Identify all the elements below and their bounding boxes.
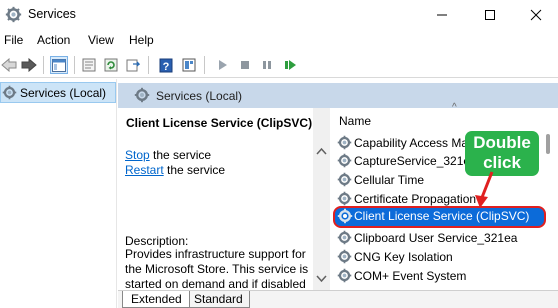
restart-action: Restart the service: [125, 163, 225, 177]
pause-service-icon: [263, 61, 271, 69]
start-service-button[interactable]: [213, 56, 231, 74]
main-header: Services (Local): [118, 83, 558, 108]
help-button[interactable]: ?: [157, 56, 175, 74]
minimize-icon: [437, 14, 447, 16]
services-gear-icon: [2, 85, 17, 100]
properties-button[interactable]: [80, 56, 98, 74]
service-gear-icon: [337, 249, 352, 264]
stop-action-suffix: the service: [149, 148, 212, 162]
console-tree: Services (Local): [0, 79, 117, 308]
service-name: Capability Access Ma: [354, 136, 469, 150]
view-tabs: Extended Standard: [118, 290, 558, 308]
callout-arrow: [475, 171, 494, 208]
service-name: Certificate Propagation: [354, 192, 477, 206]
column-header-label: Name: [339, 114, 372, 128]
mmc-snapin-button[interactable]: [180, 56, 198, 74]
start-service-icon: [219, 60, 227, 70]
stop-service-icon: [241, 61, 249, 69]
service-title: Client License Service (ClipSVC): [126, 116, 313, 130]
list-item[interactable]: COM+ Event System: [330, 266, 544, 285]
service-name: Client License Service (ClipSVC): [354, 209, 530, 223]
export-list-icon: [126, 59, 140, 72]
description-scrollbar[interactable]: [313, 108, 330, 290]
callout-line-1: Double: [473, 133, 531, 152]
list-item-selected[interactable]: Client License Service (ClipSVC): [333, 206, 546, 228]
restart-service-button[interactable]: [281, 56, 299, 74]
service-gear-icon: [337, 208, 353, 224]
service-gear-icon: [337, 230, 352, 245]
tab-standard[interactable]: Standard: [188, 291, 250, 308]
description-label: Description:: [125, 234, 189, 248]
service-gear-icon: [337, 153, 352, 168]
close-button[interactable]: [514, 0, 558, 30]
maximize-button[interactable]: [468, 0, 512, 30]
export-list-button[interactable]: [124, 56, 142, 74]
stop-service-link[interactable]: Stop: [125, 148, 150, 162]
refresh-button[interactable]: [102, 56, 120, 74]
service-gear-icon: [337, 135, 352, 150]
service-name: CNG Key Isolation: [354, 250, 453, 264]
forward-arrow-icon: [21, 58, 37, 72]
menu-file[interactable]: File: [4, 33, 23, 47]
column-header-name[interactable]: ^ Name: [330, 102, 558, 130]
description-panel: Client License Service (ClipSVC) Stop th…: [118, 108, 330, 290]
tree-item-services-local[interactable]: Services (Local): [0, 82, 116, 103]
scroll-up-icon[interactable]: [316, 146, 327, 157]
svg-text:?: ?: [163, 61, 170, 73]
sort-chevron-icon: ^: [452, 102, 457, 113]
service-name: Clipboard User Service_321ea: [354, 231, 518, 245]
scroll-down-icon[interactable]: [316, 273, 327, 284]
back-arrow-icon: [1, 58, 17, 72]
refresh-icon: [104, 58, 118, 72]
help-icon: ?: [159, 58, 173, 73]
service-name: Cellular Time: [354, 173, 425, 187]
tree-item-label: Services (Local): [20, 86, 107, 100]
show-hide-tree-button[interactable]: [50, 56, 68, 74]
scrollbar-thumb[interactable]: [546, 134, 550, 154]
restart-service-icon: [285, 60, 296, 70]
menu-bar: File Action View Help: [0, 31, 558, 51]
pause-service-button[interactable]: [258, 56, 276, 74]
tab-extended[interactable]: Extended: [122, 291, 190, 308]
menu-action[interactable]: Action: [37, 33, 70, 47]
toolbar: ?: [0, 52, 558, 78]
show-hide-console-tree-icon: [52, 58, 66, 72]
main-header-label: Services (Local): [156, 89, 243, 103]
service-gear-icon: [337, 268, 352, 283]
minimize-button[interactable]: [420, 0, 464, 30]
window-title: Services: [28, 7, 76, 21]
list-item[interactable]: CNG Key Isolation: [330, 247, 544, 266]
menu-view[interactable]: View: [88, 33, 114, 47]
forward-button[interactable]: [20, 56, 38, 74]
mmc-snapin-icon: [182, 58, 196, 72]
services-gear-icon: [5, 6, 22, 23]
list-item[interactable]: Clipboard User Service_321ea: [330, 228, 544, 247]
stop-service-button[interactable]: [236, 56, 254, 74]
title-bar: Services: [0, 0, 558, 30]
service-name: CaptureService_321ea: [354, 154, 477, 168]
maximize-icon: [485, 10, 495, 20]
back-button[interactable]: [0, 56, 18, 74]
properties-icon: [82, 58, 96, 72]
service-name: COM+ Event System: [354, 269, 467, 283]
stop-action: Stop the service: [125, 148, 211, 162]
list-scrollbar[interactable]: [540, 130, 557, 290]
services-gear-icon: [134, 87, 150, 103]
description-text: Provides infrastructure support for the …: [125, 247, 309, 290]
restart-action-suffix: the service: [163, 163, 226, 177]
restart-service-link[interactable]: Restart: [125, 163, 164, 177]
close-icon: [530, 9, 542, 21]
service-gear-icon: [337, 172, 352, 187]
service-gear-icon: [337, 191, 352, 206]
menu-help[interactable]: Help: [129, 33, 154, 47]
